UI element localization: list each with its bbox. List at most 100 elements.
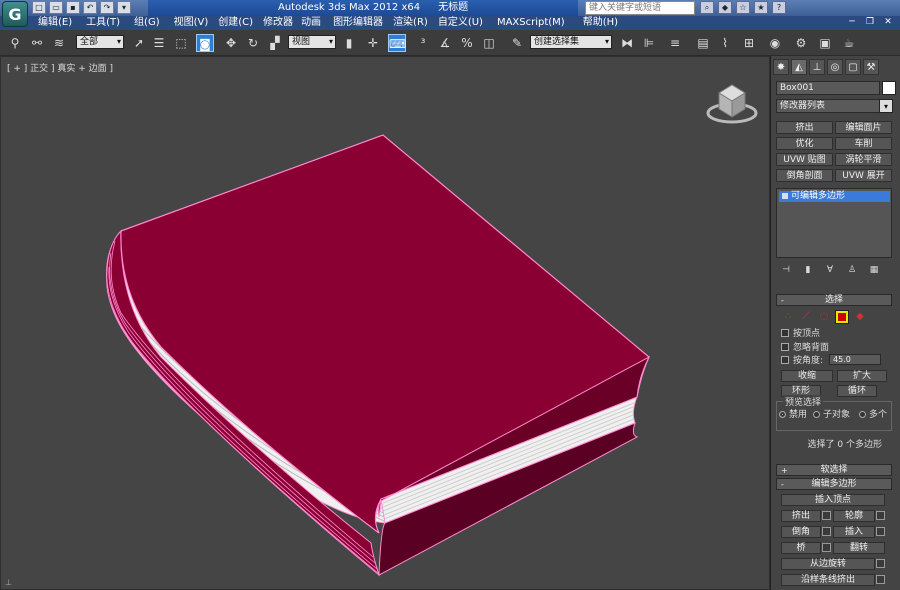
inset-button[interactable]: 插入 xyxy=(833,526,875,538)
edge-icon[interactable]: ⟋ xyxy=(799,310,813,324)
shrink-button[interactable]: 收缩 xyxy=(781,370,833,382)
optimize-modifier-button[interactable]: 优化 xyxy=(776,137,833,150)
select-and-move-icon[interactable]: ✥ xyxy=(222,34,240,52)
redo-icon[interactable]: ↷ xyxy=(100,1,114,14)
configure-modifier-sets-icon[interactable]: ▦ xyxy=(867,264,881,276)
modifier-stack[interactable]: 可编辑多边形 xyxy=(776,188,892,258)
bevel-button[interactable]: 倒角 xyxy=(781,526,821,538)
show-end-result-icon[interactable]: ▮ xyxy=(801,264,815,276)
layer-manager-icon[interactable]: ≡ xyxy=(666,34,684,52)
selection-filter-dropdown[interactable]: 全部 xyxy=(76,35,124,49)
perspective-viewport[interactable]: [ + ] 正交 ] 真实 + 边面 ] ⊥ xyxy=(0,56,770,590)
extrude-along-spline-button[interactable]: 沿样条线挤出 xyxy=(781,574,875,586)
select-object-icon[interactable]: ➚ xyxy=(130,34,148,52)
lathe-modifier-button[interactable]: 车削 xyxy=(835,137,892,150)
create-tab-icon[interactable]: ✸ xyxy=(773,59,789,75)
mirror-icon[interactable]: ⧓ xyxy=(618,34,636,52)
bridge-settings-icon[interactable] xyxy=(822,543,831,552)
subscription-icon[interactable]: ◆ xyxy=(718,1,732,14)
make-unique-icon[interactable]: ∀ xyxy=(823,264,837,276)
by-angle-checkbox[interactable]: 按角度: xyxy=(781,355,823,367)
polygon-icon[interactable] xyxy=(835,310,849,324)
menu-animation[interactable]: 动画 xyxy=(301,16,329,30)
menu-graph-editors[interactable]: 图形编辑器 xyxy=(333,16,391,30)
favorites-icon[interactable]: ★ xyxy=(754,1,768,14)
edit-polygons-rollout-header[interactable]: - 编辑多边形 xyxy=(776,478,892,490)
curve-editor-icon[interactable]: ⌇ xyxy=(716,34,734,52)
outline-settings-icon[interactable] xyxy=(876,511,885,520)
insert-vertex-button[interactable]: 插入顶点 xyxy=(781,494,885,506)
select-and-manipulate-icon[interactable]: ✛ xyxy=(364,34,382,52)
display-tab-icon[interactable]: ▢ xyxy=(845,59,861,75)
chevron-down-icon[interactable]: ▾ xyxy=(879,99,893,113)
keyboard-shortcut-override-icon[interactable]: ⌨ xyxy=(388,34,406,52)
window-crossing-icon[interactable]: ◙ xyxy=(196,34,214,52)
rectangular-selection-icon[interactable]: ⬚ xyxy=(172,34,190,52)
motion-tab-icon[interactable]: ◎ xyxy=(827,59,843,75)
element-icon[interactable]: ◆ xyxy=(853,310,867,324)
selection-rollout-header[interactable]: - 选择 xyxy=(776,294,892,306)
named-selection-dropdown[interactable]: 创建选择集 xyxy=(530,35,612,49)
edit-patch-modifier-button[interactable]: 编辑面片 xyxy=(835,121,892,134)
save-file-icon[interactable]: ▪ xyxy=(66,1,80,14)
rendered-frame-window-icon[interactable]: ▣ xyxy=(816,34,834,52)
vertex-icon[interactable]: ∴ xyxy=(781,310,795,324)
menu-customize[interactable]: 自定义(U) xyxy=(438,16,491,30)
menu-edit[interactable]: 编辑(E) xyxy=(38,16,80,30)
schematic-view-icon[interactable]: ⊞ xyxy=(740,34,758,52)
stack-item-editable-poly[interactable]: 可编辑多边形 xyxy=(779,191,890,202)
inset-settings-icon[interactable] xyxy=(876,527,885,536)
percent-snap-icon[interactable]: % xyxy=(458,34,476,52)
new-file-icon[interactable]: □ xyxy=(32,1,46,14)
menu-help[interactable]: 帮助(H) xyxy=(583,16,626,30)
object-color-swatch[interactable] xyxy=(882,81,896,95)
hinge-settings-icon[interactable] xyxy=(876,559,885,568)
render-setup-icon[interactable]: ⚙ xyxy=(792,34,810,52)
extrude-settings-icon[interactable] xyxy=(822,511,831,520)
grow-button[interactable]: 扩大 xyxy=(837,370,887,382)
hinge-from-edge-button[interactable]: 从边旋转 xyxy=(781,558,875,570)
minimize-button[interactable]: ─ xyxy=(844,16,860,28)
material-editor-icon[interactable]: ◉ xyxy=(766,34,784,52)
uvw-map-modifier-button[interactable]: UVW 贴图 xyxy=(776,153,833,166)
pivot-center-icon[interactable]: ▮ xyxy=(340,34,358,52)
bridge-button[interactable]: 桥 xyxy=(781,542,821,554)
unlink-icon[interactable]: ⚯ xyxy=(28,34,46,52)
modifier-list-dropdown[interactable]: 修改器列表 xyxy=(776,99,892,113)
undo-icon[interactable]: ↶ xyxy=(83,1,97,14)
menu-maxscript[interactable]: MAXScript(M) xyxy=(497,16,573,30)
help-icon[interactable]: ? xyxy=(772,1,786,14)
menu-group[interactable]: 组(G) xyxy=(134,16,168,30)
communication-center-icon[interactable]: ☆ xyxy=(736,1,750,14)
utilities-tab-icon[interactable]: ⚒ xyxy=(863,59,879,75)
reference-coordinate-dropdown[interactable]: 视图 xyxy=(288,35,336,49)
select-and-rotate-icon[interactable]: ↻ xyxy=(244,34,262,52)
bevel-profile-modifier-button[interactable]: 倒角剖面 xyxy=(776,169,833,182)
hierarchy-tab-icon[interactable]: ⊥ xyxy=(809,59,825,75)
ignore-backfacing-checkbox[interactable]: 忽略背面 xyxy=(781,342,829,354)
pin-stack-icon[interactable]: ⊣ xyxy=(779,264,793,276)
spinner-snap-icon[interactable]: ◫ xyxy=(480,34,498,52)
search-icon[interactable]: ⌕ xyxy=(700,1,714,14)
soft-selection-rollout-header[interactable]: + 软选择 xyxy=(776,464,892,476)
snaps-toggle-icon[interactable]: ³ xyxy=(414,34,432,52)
extrude-spline-settings-icon[interactable] xyxy=(876,575,885,584)
flip-button[interactable]: 翻转 xyxy=(833,542,885,554)
preview-off-radio[interactable]: 禁用 xyxy=(779,410,807,421)
unwrap-uvw-modifier-button[interactable]: UVW 展开 xyxy=(835,169,892,182)
object-name-field[interactable]: Box001 xyxy=(776,81,880,95)
bind-space-warp-icon[interactable]: ≋ xyxy=(50,34,68,52)
border-icon[interactable]: ◌ xyxy=(817,310,831,324)
align-icon[interactable]: ⊫ xyxy=(640,34,658,52)
menu-tools[interactable]: 工具(T) xyxy=(86,16,128,30)
select-and-scale-icon[interactable]: ▞ xyxy=(266,34,284,52)
edit-named-selection-icon[interactable]: ✎ xyxy=(508,34,526,52)
angle-snap-icon[interactable]: ∡ xyxy=(436,34,454,52)
viewcube[interactable] xyxy=(705,75,759,125)
remove-modifier-icon[interactable]: ♙ xyxy=(845,264,859,276)
open-file-icon[interactable]: ▭ xyxy=(49,1,63,14)
by-vertex-checkbox[interactable]: 按顶点 xyxy=(781,328,820,340)
restore-button[interactable]: ❐ xyxy=(862,16,878,28)
render-production-icon[interactable]: ☕ xyxy=(840,34,858,52)
turbosmooth-modifier-button[interactable]: 涡轮平滑 xyxy=(835,153,892,166)
